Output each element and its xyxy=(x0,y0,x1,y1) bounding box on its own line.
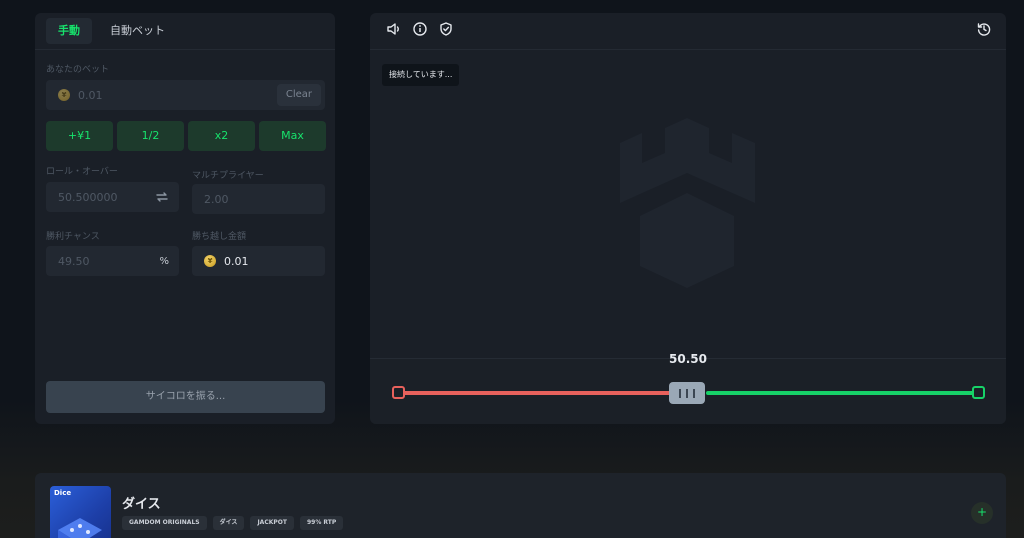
dice-icon xyxy=(58,518,102,538)
shield-check-icon[interactable] xyxy=(438,21,454,37)
bet-panel: 手動 自動ベット あなたのベット ¥ 0.01 Clear +¥1 1/2 x2… xyxy=(35,13,335,424)
win-chance-value: 49.50 xyxy=(58,254,90,268)
slider-value: 50.50 xyxy=(669,352,707,366)
tag-jackpot[interactable]: JACKPOT xyxy=(250,516,294,530)
toolbar-divider xyxy=(370,49,1006,50)
roll-over-field[interactable]: 50.500000 xyxy=(46,182,179,212)
bet-amount-input[interactable]: ¥ 0.01 Clear xyxy=(46,80,325,110)
tag-rtp[interactable]: 99% RTP xyxy=(299,516,344,530)
bet-mode-tabs: 手動 自動ベット xyxy=(46,18,177,46)
roll-dice-button[interactable]: サイコロを振る... xyxy=(46,381,325,413)
tag-provider[interactable]: GAMDOM ORIGINALS xyxy=(122,516,207,530)
coin-icon: ¥ xyxy=(204,255,216,267)
multiplier-label: マルチプライヤー xyxy=(192,171,264,181)
tab-auto-bet[interactable]: 自動ベット xyxy=(98,18,177,44)
brand-watermark-icon xyxy=(620,118,755,288)
game-title: ダイス xyxy=(122,497,161,512)
game-thumbnail[interactable]: Dice xyxy=(50,486,111,538)
multiplier-value: 2.00 xyxy=(204,192,229,206)
slider-win-track xyxy=(706,391,978,395)
percent-unit: % xyxy=(159,255,169,267)
tabs-divider xyxy=(35,49,335,50)
bet-amount-label: あなたのベット xyxy=(46,65,110,75)
max-button[interactable]: Max xyxy=(259,121,326,151)
half-button[interactable]: 1/2 xyxy=(117,121,184,151)
connecting-toast: 接続しています... xyxy=(382,64,460,86)
info-icon[interactable] xyxy=(412,21,428,37)
slider-lose-track xyxy=(400,391,672,395)
quick-bet-buttons: +¥1 1/2 x2 Max xyxy=(46,121,326,151)
coin-icon: ¥ xyxy=(58,89,70,101)
multiplier-field[interactable]: 2.00 xyxy=(192,184,325,214)
history-icon[interactable] xyxy=(976,21,992,37)
profit-value: 0.01 xyxy=(224,254,249,268)
tab-manual[interactable]: 手動 xyxy=(46,18,92,44)
thumbnail-label: Dice xyxy=(54,489,72,497)
clear-button[interactable]: Clear xyxy=(276,84,321,106)
swap-icon[interactable] xyxy=(155,190,169,204)
bet-amount-value: 0.01 xyxy=(78,88,103,102)
win-chance-field[interactable]: 49.50 % xyxy=(46,246,179,276)
slider-min-handle xyxy=(392,386,405,399)
win-chance-label: 勝利チャンス xyxy=(46,232,100,242)
profit-field: ¥ 0.01 xyxy=(192,246,325,276)
profit-label: 勝ち越し金額 xyxy=(192,232,247,242)
double-button[interactable]: x2 xyxy=(188,121,255,151)
roll-over-label: ロール・オーバー xyxy=(46,167,118,177)
add-one-button[interactable]: +¥1 xyxy=(46,121,113,151)
speaker-icon[interactable] xyxy=(386,21,402,37)
game-info-bar: Dice ダイス GAMDOM ORIGINALS ダイス JACKPOT 99… xyxy=(35,473,1006,538)
plus-icon[interactable]: + xyxy=(971,502,993,524)
game-panel: 接続しています... 50.50 xyxy=(370,13,1006,424)
tag-category[interactable]: ダイス xyxy=(212,516,245,530)
game-tags: GAMDOM ORIGINALS ダイス JACKPOT 99% RTP xyxy=(122,516,344,530)
slider-max-handle xyxy=(972,386,985,399)
roll-over-value: 50.500000 xyxy=(58,190,118,204)
slider-thumb[interactable] xyxy=(669,382,705,404)
